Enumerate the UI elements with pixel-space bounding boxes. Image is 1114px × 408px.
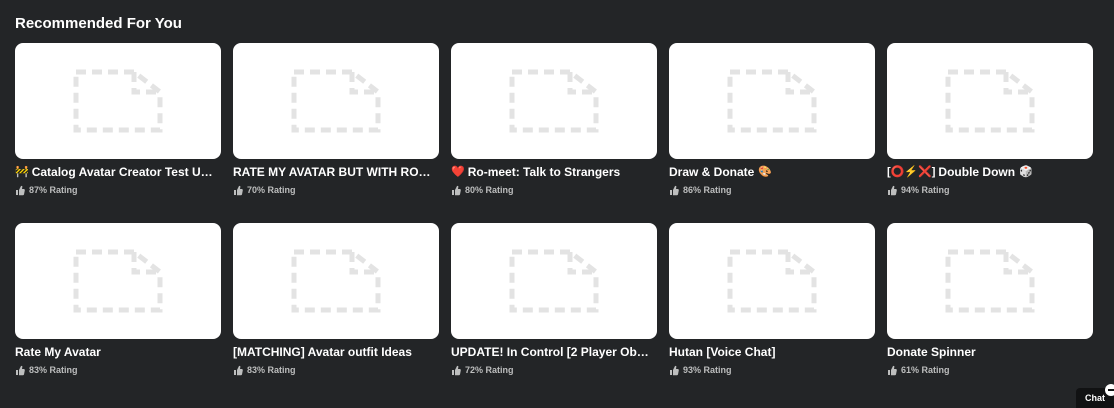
game-card[interactable]: Donate Spinner 61% Rating <box>887 223 1093 403</box>
game-title[interactable]: UPDATE! In Control [2 Player Obby!] <box>451 345 653 360</box>
game-thumbnail[interactable] <box>15 223 221 339</box>
title-suffix-emoji: 🎨 <box>758 166 773 178</box>
thumbs-up-icon <box>234 185 243 196</box>
game-card[interactable]: RATE MY AVATAR BUT WITH ROBU... 70% Rati… <box>233 43 439 223</box>
thumbs-up-icon <box>16 365 25 376</box>
game-rating: 93% Rating <box>669 365 875 376</box>
game-card[interactable]: [MATCHING] Avatar outfit Ideas 83% Ratin… <box>233 223 439 403</box>
rating-text: 93% Rating <box>683 365 732 375</box>
rating-text: 83% Rating <box>29 365 78 375</box>
game-thumbnail[interactable] <box>233 223 439 339</box>
game-grid: 🚧 Catalog Avatar Creator Test Up... 87% … <box>15 43 1097 403</box>
game-rating: 72% Rating <box>451 365 657 376</box>
thumbs-up-icon <box>452 185 461 196</box>
rating-text: 86% Rating <box>683 185 732 195</box>
broken-image-icon <box>727 249 817 313</box>
broken-image-icon <box>73 69 163 133</box>
game-rating: 83% Rating <box>233 365 439 376</box>
title-prefix-emoji: [⭕⚡❌] <box>887 166 936 178</box>
game-title[interactable]: Donate Spinner <box>887 345 1089 360</box>
thumbs-up-icon <box>452 365 461 376</box>
rating-text: 83% Rating <box>247 365 296 375</box>
thumbs-up-icon <box>234 365 243 376</box>
game-title[interactable]: Draw & Donate 🎨 <box>669 165 871 180</box>
game-rating: 87% Rating <box>15 185 221 196</box>
game-title-text: Hutan [Voice Chat] <box>669 345 776 359</box>
thumbs-up-icon <box>670 365 679 376</box>
game-title[interactable]: Rate My Avatar <box>15 345 217 360</box>
chat-button[interactable]: Chat <box>1076 384 1114 408</box>
game-title[interactable]: Hutan [Voice Chat] <box>669 345 871 360</box>
thumbs-up-icon <box>16 185 25 196</box>
game-title-text: Ro-meet: Talk to Strangers <box>467 165 621 179</box>
game-title-text: RATE MY AVATAR BUT WITH ROBU... <box>233 165 435 179</box>
thumbs-up-icon <box>888 185 897 196</box>
thumbs-up-icon <box>888 365 897 376</box>
game-title-text: Donate Spinner <box>887 345 976 359</box>
rating-text: 72% Rating <box>465 365 514 375</box>
broken-image-icon <box>291 69 381 133</box>
game-title-text: UPDATE! In Control [2 Player Obby!] <box>451 345 653 359</box>
game-thumbnail[interactable] <box>669 223 875 339</box>
rating-text: 87% Rating <box>29 185 78 195</box>
game-rating: 94% Rating <box>887 185 1093 196</box>
game-thumbnail[interactable] <box>887 43 1093 159</box>
game-rating: 80% Rating <box>451 185 657 196</box>
game-card[interactable]: Hutan [Voice Chat] 93% Rating <box>669 223 875 403</box>
rating-text: 70% Rating <box>247 185 296 195</box>
game-rating: 61% Rating <box>887 365 1093 376</box>
game-title-text: Rate My Avatar <box>15 345 101 359</box>
game-thumbnail[interactable] <box>669 43 875 159</box>
game-title-text: Draw & Donate <box>669 165 755 179</box>
game-title[interactable]: 🚧 Catalog Avatar Creator Test Up... <box>15 165 217 180</box>
game-title-text: Catalog Avatar Creator Test Up... <box>31 165 217 179</box>
game-thumbnail[interactable] <box>233 43 439 159</box>
game-thumbnail[interactable] <box>451 223 657 339</box>
game-card[interactable]: Draw & Donate 🎨 86% Rating <box>669 43 875 223</box>
game-rating: 83% Rating <box>15 365 221 376</box>
thumbs-up-icon <box>670 185 679 196</box>
game-card[interactable]: Rate My Avatar 83% Rating <box>15 223 221 403</box>
recommended-section: Recommended For You 🚧 Catalog Avatar Cre… <box>0 0 1114 408</box>
game-thumbnail[interactable] <box>451 43 657 159</box>
game-thumbnail[interactable] <box>15 43 221 159</box>
game-title-text: [MATCHING] Avatar outfit Ideas <box>233 345 412 359</box>
game-card[interactable]: 🚧 Catalog Avatar Creator Test Up... 87% … <box>15 43 221 223</box>
title-prefix-emoji: 🚧 <box>15 166 29 178</box>
game-card[interactable]: [⭕⚡❌] Double Down 🎲 94% Rating <box>887 43 1093 223</box>
broken-image-icon <box>291 249 381 313</box>
game-thumbnail[interactable] <box>887 223 1093 339</box>
game-rating: 86% Rating <box>669 185 875 196</box>
game-title[interactable]: RATE MY AVATAR BUT WITH ROBU... <box>233 165 435 180</box>
game-card[interactable]: UPDATE! In Control [2 Player Obby!] 72% … <box>451 223 657 403</box>
game-title-text: Double Down <box>938 165 1016 179</box>
rating-text: 61% Rating <box>901 365 950 375</box>
chat-label: Chat <box>1085 393 1105 403</box>
title-prefix-emoji: ❤️ <box>451 166 465 178</box>
game-card[interactable]: ❤️ Ro-meet: Talk to Strangers 80% Rating <box>451 43 657 223</box>
section-title: Recommended For You <box>15 15 182 32</box>
rating-text: 94% Rating <box>901 185 950 195</box>
chat-minimize-icon[interactable] <box>1105 384 1114 396</box>
broken-image-icon <box>73 249 163 313</box>
rating-text: 80% Rating <box>465 185 514 195</box>
game-title[interactable]: [MATCHING] Avatar outfit Ideas <box>233 345 435 360</box>
broken-image-icon <box>945 69 1035 133</box>
broken-image-icon <box>727 69 817 133</box>
title-suffix-emoji: 🎲 <box>1019 166 1033 178</box>
game-title[interactable]: ❤️ Ro-meet: Talk to Strangers <box>451 165 653 180</box>
game-title[interactable]: [⭕⚡❌] Double Down 🎲 <box>887 165 1089 180</box>
broken-image-icon <box>509 69 599 133</box>
broken-image-icon <box>945 249 1035 313</box>
broken-image-icon <box>509 249 599 313</box>
game-rating: 70% Rating <box>233 185 439 196</box>
